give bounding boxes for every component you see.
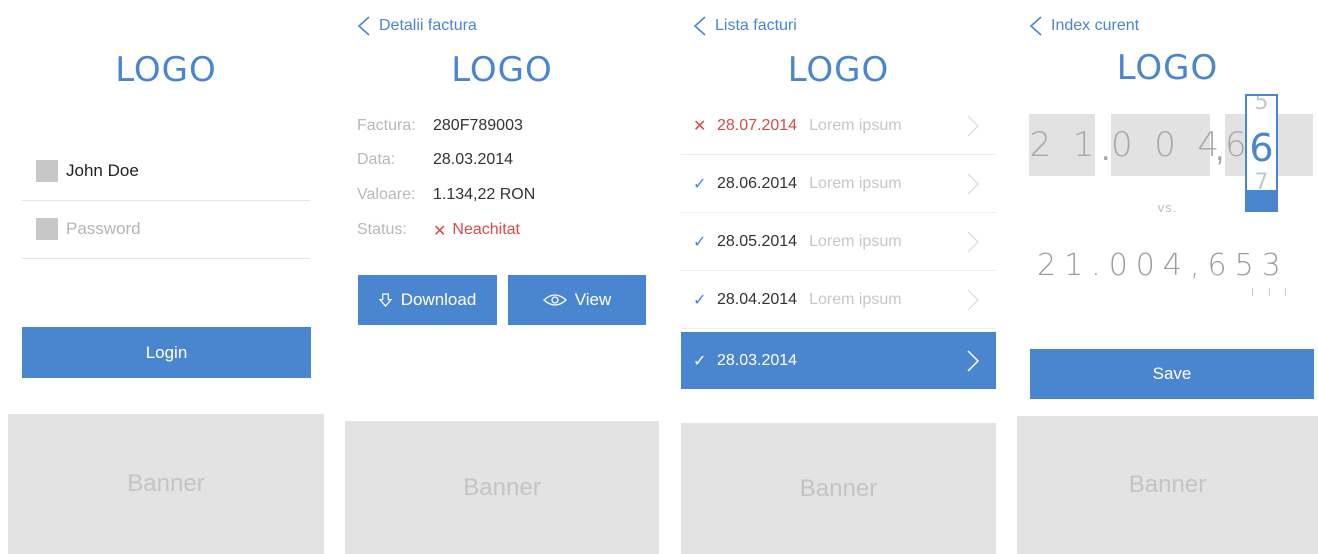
invoice-row-selected[interactable]: ✓ 28.03.2014 bbox=[681, 332, 996, 389]
detail-key: Valoare: bbox=[357, 186, 416, 203]
invoice-details-screen: Detalii factura LOGO Factura: 280F789003… bbox=[345, 0, 659, 554]
status-value: Neachitat bbox=[452, 221, 520, 238]
detail-value: 1.134,22 RON bbox=[433, 186, 536, 203]
username-field[interactable] bbox=[22, 142, 310, 201]
back-label: Lista facturi bbox=[715, 17, 797, 34]
invoice-date: 28.07.2014 bbox=[717, 116, 798, 134]
banner[interactable]: Banner bbox=[8, 414, 324, 554]
decimal-separator: , bbox=[1215, 130, 1225, 168]
invoice-desc: Lorem ipsum bbox=[809, 290, 902, 308]
back-label: Index curent bbox=[1051, 17, 1140, 34]
invoice-date: 28.05.2014 bbox=[717, 232, 798, 250]
back-button[interactable]: Detalii factura bbox=[357, 14, 477, 38]
digit-group[interactable]: 0 0 4 bbox=[1111, 114, 1219, 176]
logo: LOGO bbox=[451, 50, 553, 90]
chevron-right-icon bbox=[967, 173, 979, 195]
detail-key: Data: bbox=[357, 151, 396, 168]
invoice-desc: Lorem ipsum bbox=[809, 174, 902, 192]
chevron-right-icon bbox=[967, 231, 979, 253]
digit: 2 bbox=[1029, 125, 1052, 165]
download-icon bbox=[378, 292, 392, 307]
invoice-list-screen: Lista facturi LOGO ✕ 28.07.2014 Lorem ip… bbox=[681, 0, 996, 554]
username-input[interactable] bbox=[66, 161, 286, 181]
login-screen: LOGO Login Banner bbox=[8, 0, 324, 554]
invoice-desc: Lorem ipsum bbox=[809, 232, 902, 250]
banner[interactable]: Banner bbox=[345, 421, 659, 554]
back-button[interactable]: Index curent bbox=[1029, 14, 1139, 38]
invoice-desc: Lorem ipsum bbox=[809, 116, 902, 134]
digit: 0 bbox=[1154, 125, 1176, 165]
banner[interactable]: Banner bbox=[1017, 416, 1318, 554]
back-button[interactable]: Lista facturi bbox=[693, 14, 797, 38]
tick-mark bbox=[1285, 288, 1286, 296]
view-button[interactable]: View bbox=[508, 275, 646, 325]
cross-icon: ✕ bbox=[433, 223, 447, 240]
user-icon bbox=[36, 160, 58, 182]
vs-label: vs. bbox=[1157, 200, 1178, 215]
check-icon: ✓ bbox=[693, 352, 707, 370]
digit-group[interactable]: 2 1 bbox=[1029, 114, 1095, 176]
invoice-row[interactable]: ✓ 28.05.2014 Lorem ipsum bbox=[681, 213, 996, 271]
detail-row-date: Data: 28.03.2014 bbox=[357, 151, 513, 169]
digit: 6 bbox=[1225, 125, 1247, 165]
digit: 1 bbox=[1072, 125, 1095, 165]
banner[interactable]: Banner bbox=[681, 423, 996, 554]
chevron-left-icon bbox=[693, 16, 706, 36]
chevron-left-icon bbox=[357, 16, 370, 36]
tick-mark bbox=[1252, 288, 1253, 296]
password-field[interactable] bbox=[22, 200, 310, 259]
eye-icon bbox=[542, 294, 567, 306]
digit: 0 bbox=[1111, 125, 1133, 165]
detail-value: 28.03.2014 bbox=[433, 151, 514, 168]
back-label: Detalii factura bbox=[379, 17, 477, 34]
chevron-right-icon bbox=[967, 350, 980, 372]
logo: LOGO bbox=[1116, 48, 1219, 88]
lock-icon bbox=[36, 218, 58, 240]
chevron-left-icon bbox=[1029, 16, 1042, 36]
cross-icon: ✕ bbox=[693, 117, 707, 135]
invoice-date: 28.06.2014 bbox=[717, 174, 798, 192]
picker-prev-digit: 5 bbox=[1254, 94, 1269, 115]
chevron-right-icon bbox=[967, 289, 979, 311]
check-icon: ✓ bbox=[693, 233, 707, 251]
detail-key: Status: bbox=[357, 221, 407, 238]
detail-key: Factura: bbox=[357, 117, 416, 134]
invoice-row[interactable]: ✕ 28.07.2014 Lorem ipsum bbox=[681, 97, 996, 155]
download-label: Download bbox=[400, 290, 477, 309]
logo: LOGO bbox=[787, 50, 890, 90]
digit-picker[interactable]: 5 6 7 bbox=[1245, 94, 1278, 212]
chevron-right-icon bbox=[967, 115, 979, 137]
thousand-separator: . bbox=[1101, 130, 1111, 168]
view-label: View bbox=[574, 290, 612, 309]
logo: LOGO bbox=[115, 50, 217, 90]
save-button[interactable]: Save bbox=[1030, 349, 1314, 399]
password-input[interactable] bbox=[66, 219, 286, 239]
tick-mark bbox=[1269, 288, 1270, 296]
picker-current-digit: 6 bbox=[1249, 126, 1274, 170]
invoice-row[interactable]: ✓ 28.06.2014 Lorem ipsum bbox=[681, 155, 996, 213]
invoice-date: 28.03.2014 bbox=[717, 351, 798, 369]
check-icon: ✓ bbox=[693, 175, 707, 193]
detail-row-invoice: Factura: 280F789003 bbox=[357, 117, 523, 135]
previous-index-value: 21.004,653 bbox=[1037, 248, 1289, 283]
detail-row-amount: Valoare: 1.134,22 RON bbox=[357, 186, 535, 204]
invoice-date: 28.04.2014 bbox=[717, 290, 798, 308]
invoice-row[interactable]: ✓ 28.04.2014 Lorem ipsum bbox=[681, 271, 996, 329]
detail-value: 280F789003 bbox=[433, 117, 523, 134]
download-button[interactable]: Download bbox=[358, 275, 497, 325]
meter-index-screen: Index curent LOGO 2 1 . 0 0 4 , 6 3 5 6 … bbox=[1017, 0, 1318, 554]
detail-row-status: Status: ✕ Neachitat bbox=[357, 221, 520, 241]
check-icon: ✓ bbox=[693, 291, 707, 309]
login-button[interactable]: Login bbox=[22, 327, 311, 378]
